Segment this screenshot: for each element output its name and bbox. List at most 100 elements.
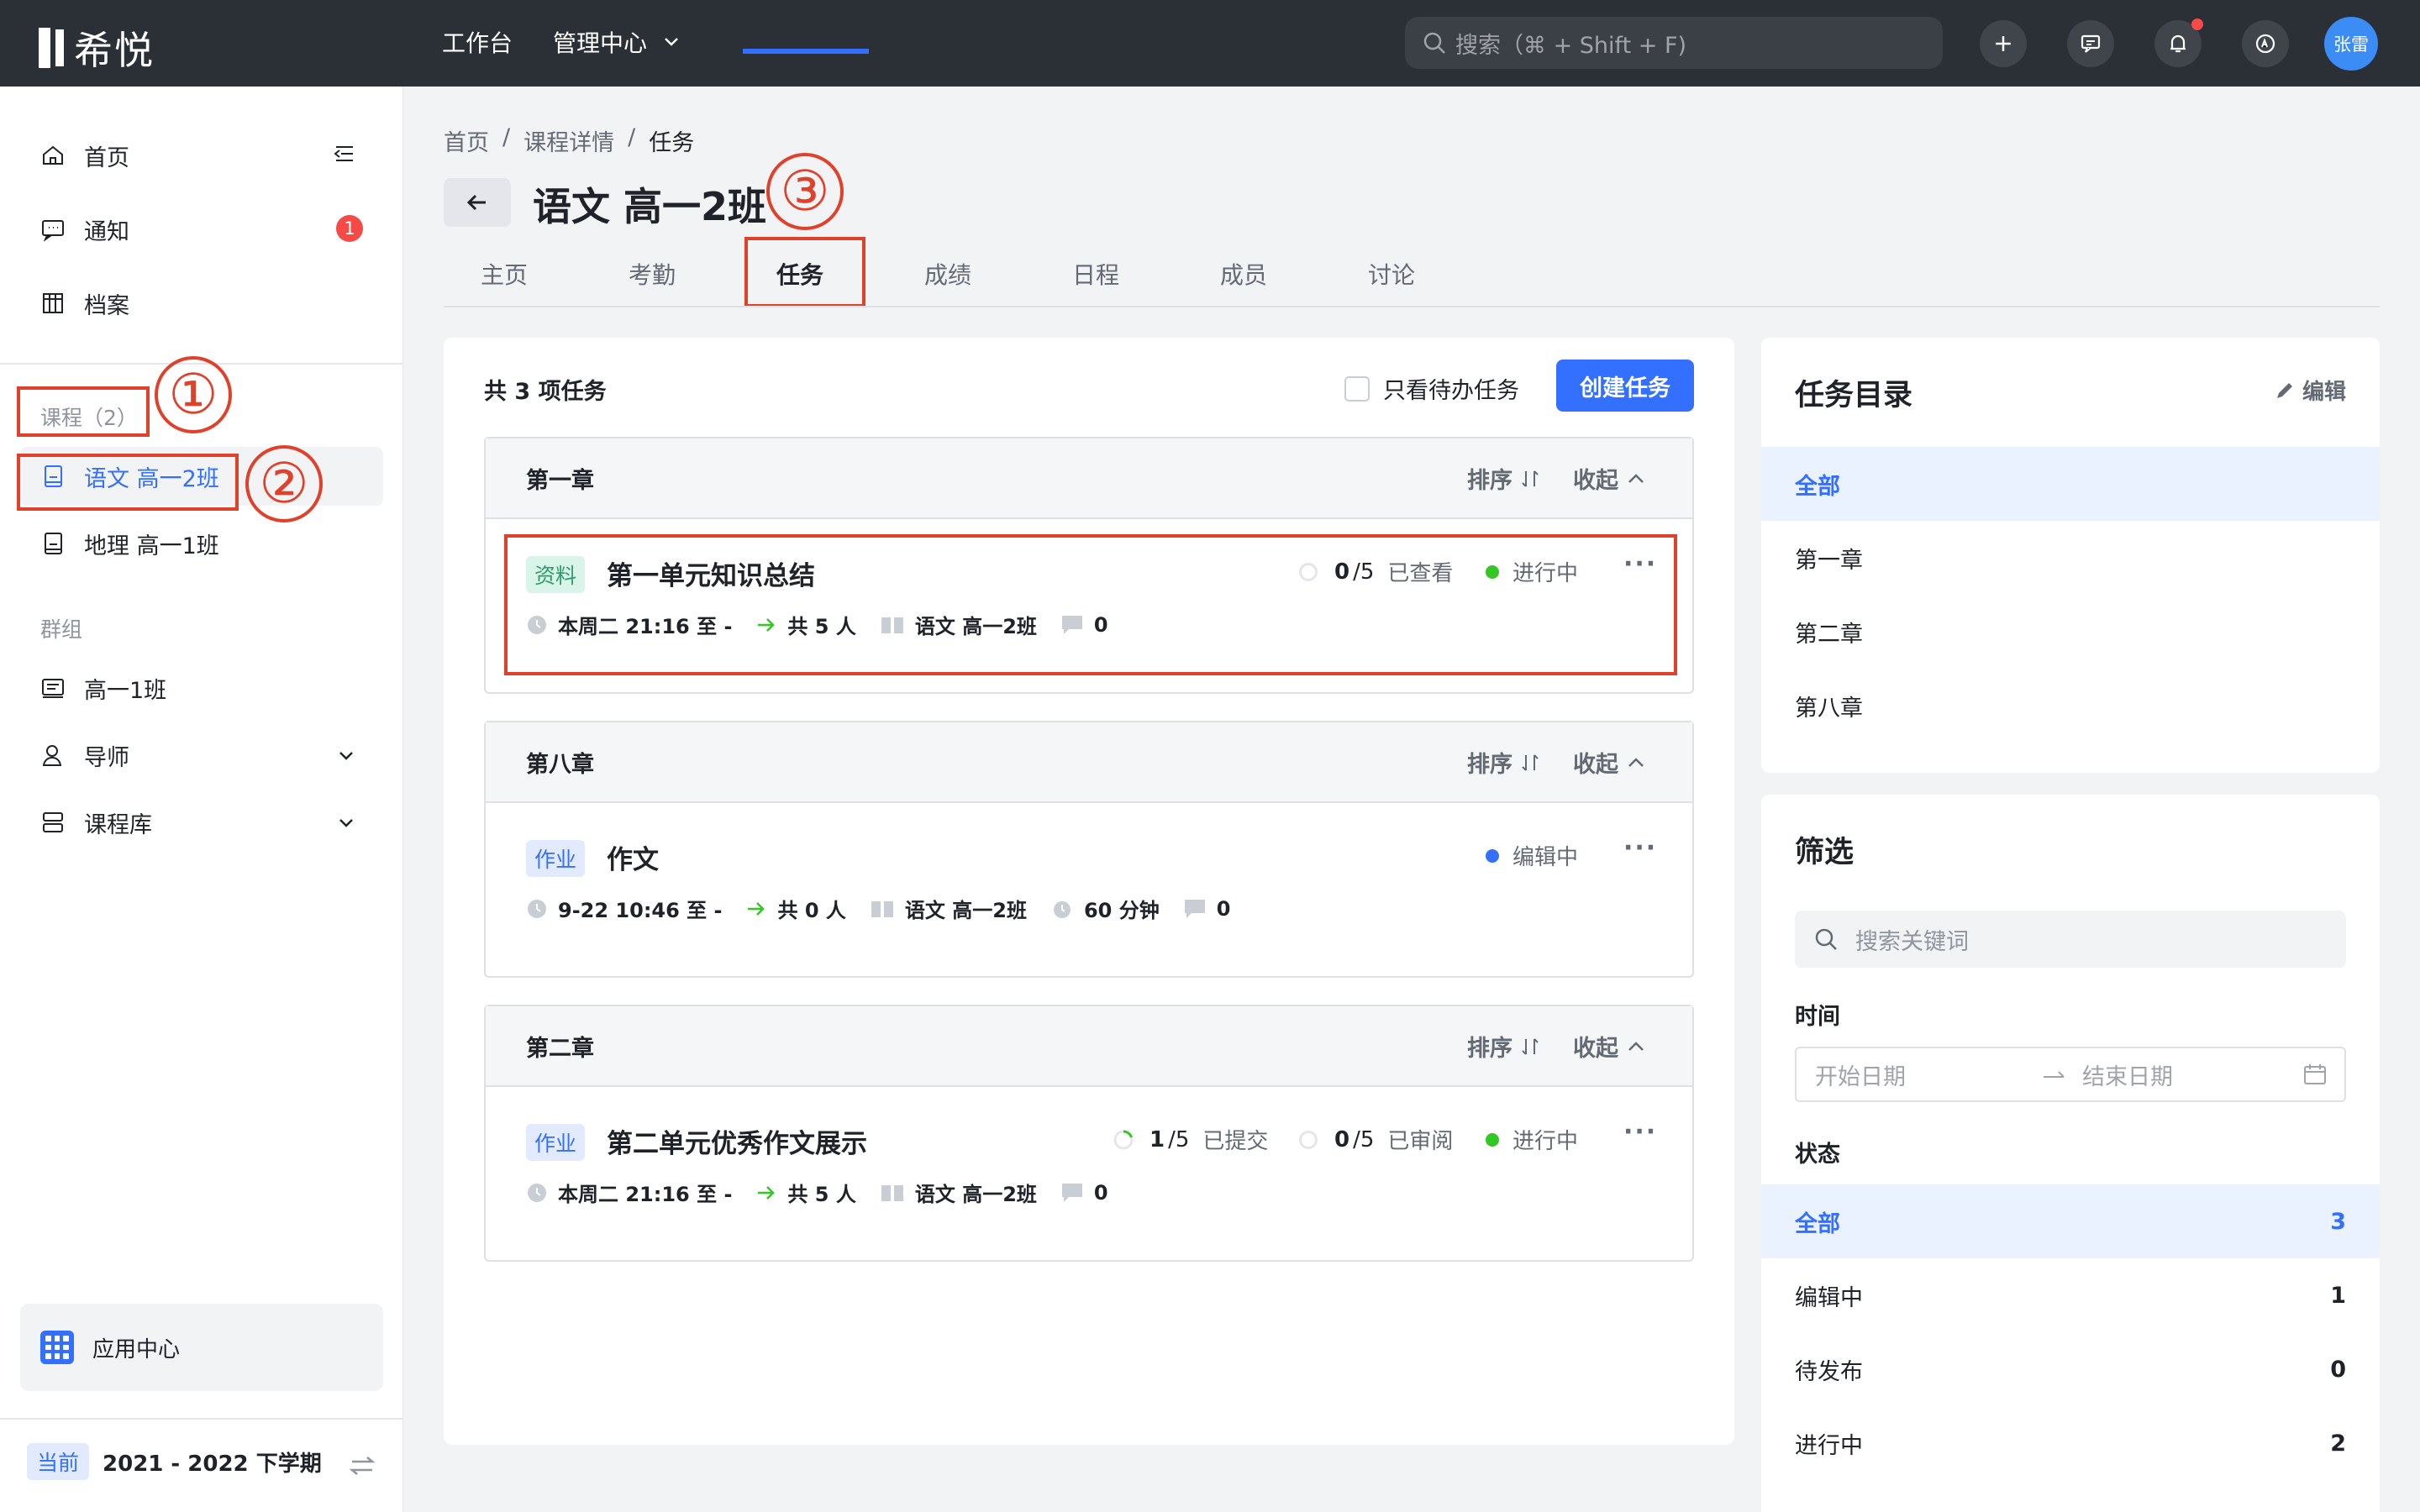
more-actions-icon[interactable]: ··· bbox=[1623, 833, 1657, 863]
collapse-sidebar-icon[interactable] bbox=[331, 141, 356, 166]
task-people: 共 0 人 bbox=[777, 899, 846, 922]
status-filter-all[interactable]: 全部 3 bbox=[1761, 1184, 2380, 1258]
task-status: 进行中 bbox=[1486, 1124, 1578, 1155]
nav-workbench[interactable]: 工作台 bbox=[442, 25, 513, 59]
sidebar-item-group-class[interactable]: 高一1班 bbox=[20, 659, 383, 717]
directory-item-chapter-2[interactable]: 第二章 bbox=[1761, 595, 2380, 669]
help-button[interactable] bbox=[2242, 20, 2289, 67]
breadcrumb-course-detail[interactable]: 课程详情 bbox=[523, 124, 614, 157]
page-title: 语文 高一2班 bbox=[533, 184, 767, 229]
task-item[interactable]: 作业 作文 编辑中 ··· 9-22 10:46 至 - 共 0 人 语文 高一… bbox=[486, 803, 1692, 978]
status-dot bbox=[1486, 848, 1499, 863]
sort-button[interactable]: 排序 bbox=[1467, 1030, 1541, 1063]
user-icon bbox=[39, 741, 67, 769]
task-comments: 0 bbox=[1093, 1180, 1108, 1205]
global-search-input[interactable]: 搜索（⌘ + Shift + F) bbox=[1405, 17, 1943, 69]
tab-schedule[interactable]: 日程 bbox=[1072, 257, 1119, 291]
annotation-marker-1: ① bbox=[155, 356, 232, 433]
sidebar-item-home[interactable]: 首页 bbox=[20, 126, 383, 185]
clock-icon bbox=[528, 1183, 546, 1202]
annotation-box-4 bbox=[504, 534, 1677, 675]
status-filter-in-progress[interactable]: 进行中 2 bbox=[1761, 1406, 2380, 1480]
start-date-input[interactable]: 开始日期 bbox=[1815, 1058, 1906, 1091]
home-icon bbox=[39, 141, 67, 170]
nav-admin-center[interactable]: 管理中心 bbox=[553, 25, 681, 59]
tab-discussion[interactable]: 讨论 bbox=[1368, 257, 1415, 291]
status-filter-label: 进行中 bbox=[1795, 1432, 1863, 1459]
status-filter-editing[interactable]: 编辑中 1 bbox=[1761, 1258, 2380, 1332]
search-placeholder: 搜索（⌘ + Shift + F) bbox=[1455, 32, 1687, 59]
logo-mark-icon bbox=[39, 28, 64, 68]
tab-members[interactable]: 成员 bbox=[1220, 257, 1267, 291]
task-item[interactable]: 作业 第二单元优秀作文展示 1/5 已提交 0/5 已审阅 进行中 ··· 本周… bbox=[486, 1087, 1692, 1262]
chat-button[interactable] bbox=[2067, 20, 2114, 67]
sidebar-item-notifications[interactable]: 通知 bbox=[20, 200, 383, 259]
more-actions-icon[interactable]: ··· bbox=[1623, 1117, 1657, 1147]
status-label: 进行中 bbox=[1512, 1129, 1579, 1154]
task-meta: 9-22 10:46 至 - 共 0 人 语文 高一2班 60 分钟 0 bbox=[526, 894, 1254, 923]
sidebar-item-course-geography[interactable]: 地理 高一1班 bbox=[20, 514, 383, 573]
task-duration: 60 分钟 bbox=[1083, 899, 1160, 922]
course-tabs: 主页 考勤 任务 成绩 日程 成员 讨论 bbox=[444, 252, 2380, 307]
keyword-placeholder: 搜索关键词 bbox=[1855, 928, 1969, 955]
sidebar-item-course-library[interactable]: 课程库 bbox=[20, 793, 383, 852]
sort-icon bbox=[1522, 1037, 1539, 1055]
sort-button[interactable]: 排序 bbox=[1467, 746, 1541, 779]
tab-grades[interactable]: 成绩 bbox=[924, 257, 971, 291]
chevron-down-icon[interactable] bbox=[336, 813, 356, 833]
collapse-button[interactable]: 收起 bbox=[1573, 1030, 1647, 1063]
sidebar-item-label: 档案 bbox=[84, 292, 129, 319]
tab-attendance[interactable]: 考勤 bbox=[629, 257, 676, 291]
collapse-button[interactable]: 收起 bbox=[1573, 746, 1647, 779]
breadcrumb-home[interactable]: 首页 bbox=[444, 124, 489, 157]
plus-icon bbox=[1996, 36, 2011, 51]
annotation-marker-3: ③ bbox=[766, 153, 844, 230]
task-title[interactable]: 第二单元优秀作文展示 bbox=[607, 1122, 867, 1160]
back-button[interactable] bbox=[444, 178, 511, 227]
collapse-button[interactable]: 收起 bbox=[1573, 462, 1647, 495]
term-label: 2021 - 2022 下学期 bbox=[103, 1451, 322, 1477]
sidebar-item-label: 首页 bbox=[84, 144, 129, 171]
checkbox-icon[interactable] bbox=[1344, 375, 1370, 402]
sidebar-item-label: 地理 高一1班 bbox=[84, 533, 219, 559]
date-range-picker[interactable]: 开始日期 结束日期 bbox=[1795, 1047, 2346, 1102]
reviewed-progress: 0/5 已审阅 bbox=[1299, 1124, 1453, 1155]
directory-item-all[interactable]: 全部 bbox=[1761, 447, 2380, 521]
add-button[interactable] bbox=[1980, 20, 2027, 67]
calendar-icon[interactable] bbox=[2302, 1062, 2328, 1087]
app-center-button[interactable]: 应用中心 bbox=[20, 1304, 383, 1391]
directory-title: 任务目录 bbox=[1795, 379, 1913, 412]
directory-item-chapter-8[interactable]: 第八章 bbox=[1761, 669, 2380, 743]
chevron-down-icon[interactable] bbox=[336, 746, 356, 766]
arrow-left-icon bbox=[466, 194, 486, 211]
directory-item-chapter-1[interactable]: 第一章 bbox=[1761, 521, 2380, 595]
sidebar-item-label: 课程库 bbox=[84, 811, 152, 838]
sort-button[interactable]: 排序 bbox=[1467, 462, 1541, 495]
collapse-label: 收起 bbox=[1573, 752, 1618, 778]
tab-home[interactable]: 主页 bbox=[481, 257, 528, 291]
status-filter-label: 状态 bbox=[1795, 1142, 1840, 1168]
user-avatar[interactable]: 张雷 bbox=[2324, 17, 2378, 71]
comment-icon bbox=[1061, 1183, 1082, 1202]
term-selector[interactable]: 当前 2021 - 2022 下学期 bbox=[27, 1443, 322, 1480]
end-date-input[interactable]: 结束日期 bbox=[2082, 1058, 2173, 1091]
switch-icon[interactable] bbox=[348, 1452, 376, 1480]
status-filter-pending[interactable]: 待发布 0 bbox=[1761, 1332, 2380, 1406]
sidebar-item-archive[interactable]: 档案 bbox=[20, 274, 383, 333]
task-title[interactable]: 作文 bbox=[607, 838, 659, 876]
chevron-up-icon bbox=[1628, 1041, 1644, 1051]
todo-only-checkbox[interactable]: 只看待办任务 bbox=[1344, 372, 1519, 405]
annotation-box-2 bbox=[17, 454, 239, 511]
chapter-header: 第一章 排序 收起 bbox=[486, 438, 1692, 519]
sidebar-item-tutor[interactable]: 导师 bbox=[20, 726, 383, 785]
directory-edit-button[interactable]: 编辑 bbox=[2274, 375, 2346, 406]
chapter-header: 第八章 排序 收起 bbox=[486, 722, 1692, 803]
app-logo[interactable]: 希悦 bbox=[39, 20, 155, 76]
create-task-button[interactable]: 创建任务 bbox=[1556, 360, 1694, 412]
task-type-tag: 作业 bbox=[526, 840, 586, 877]
reviewed-count: 0 bbox=[1334, 1126, 1350, 1152]
tab-tasks[interactable]: 任务 bbox=[776, 257, 823, 291]
task-comments: 0 bbox=[1216, 896, 1231, 921]
keyword-search-input[interactable]: 搜索关键词 bbox=[1795, 911, 2346, 968]
sort-icon bbox=[1522, 470, 1539, 487]
